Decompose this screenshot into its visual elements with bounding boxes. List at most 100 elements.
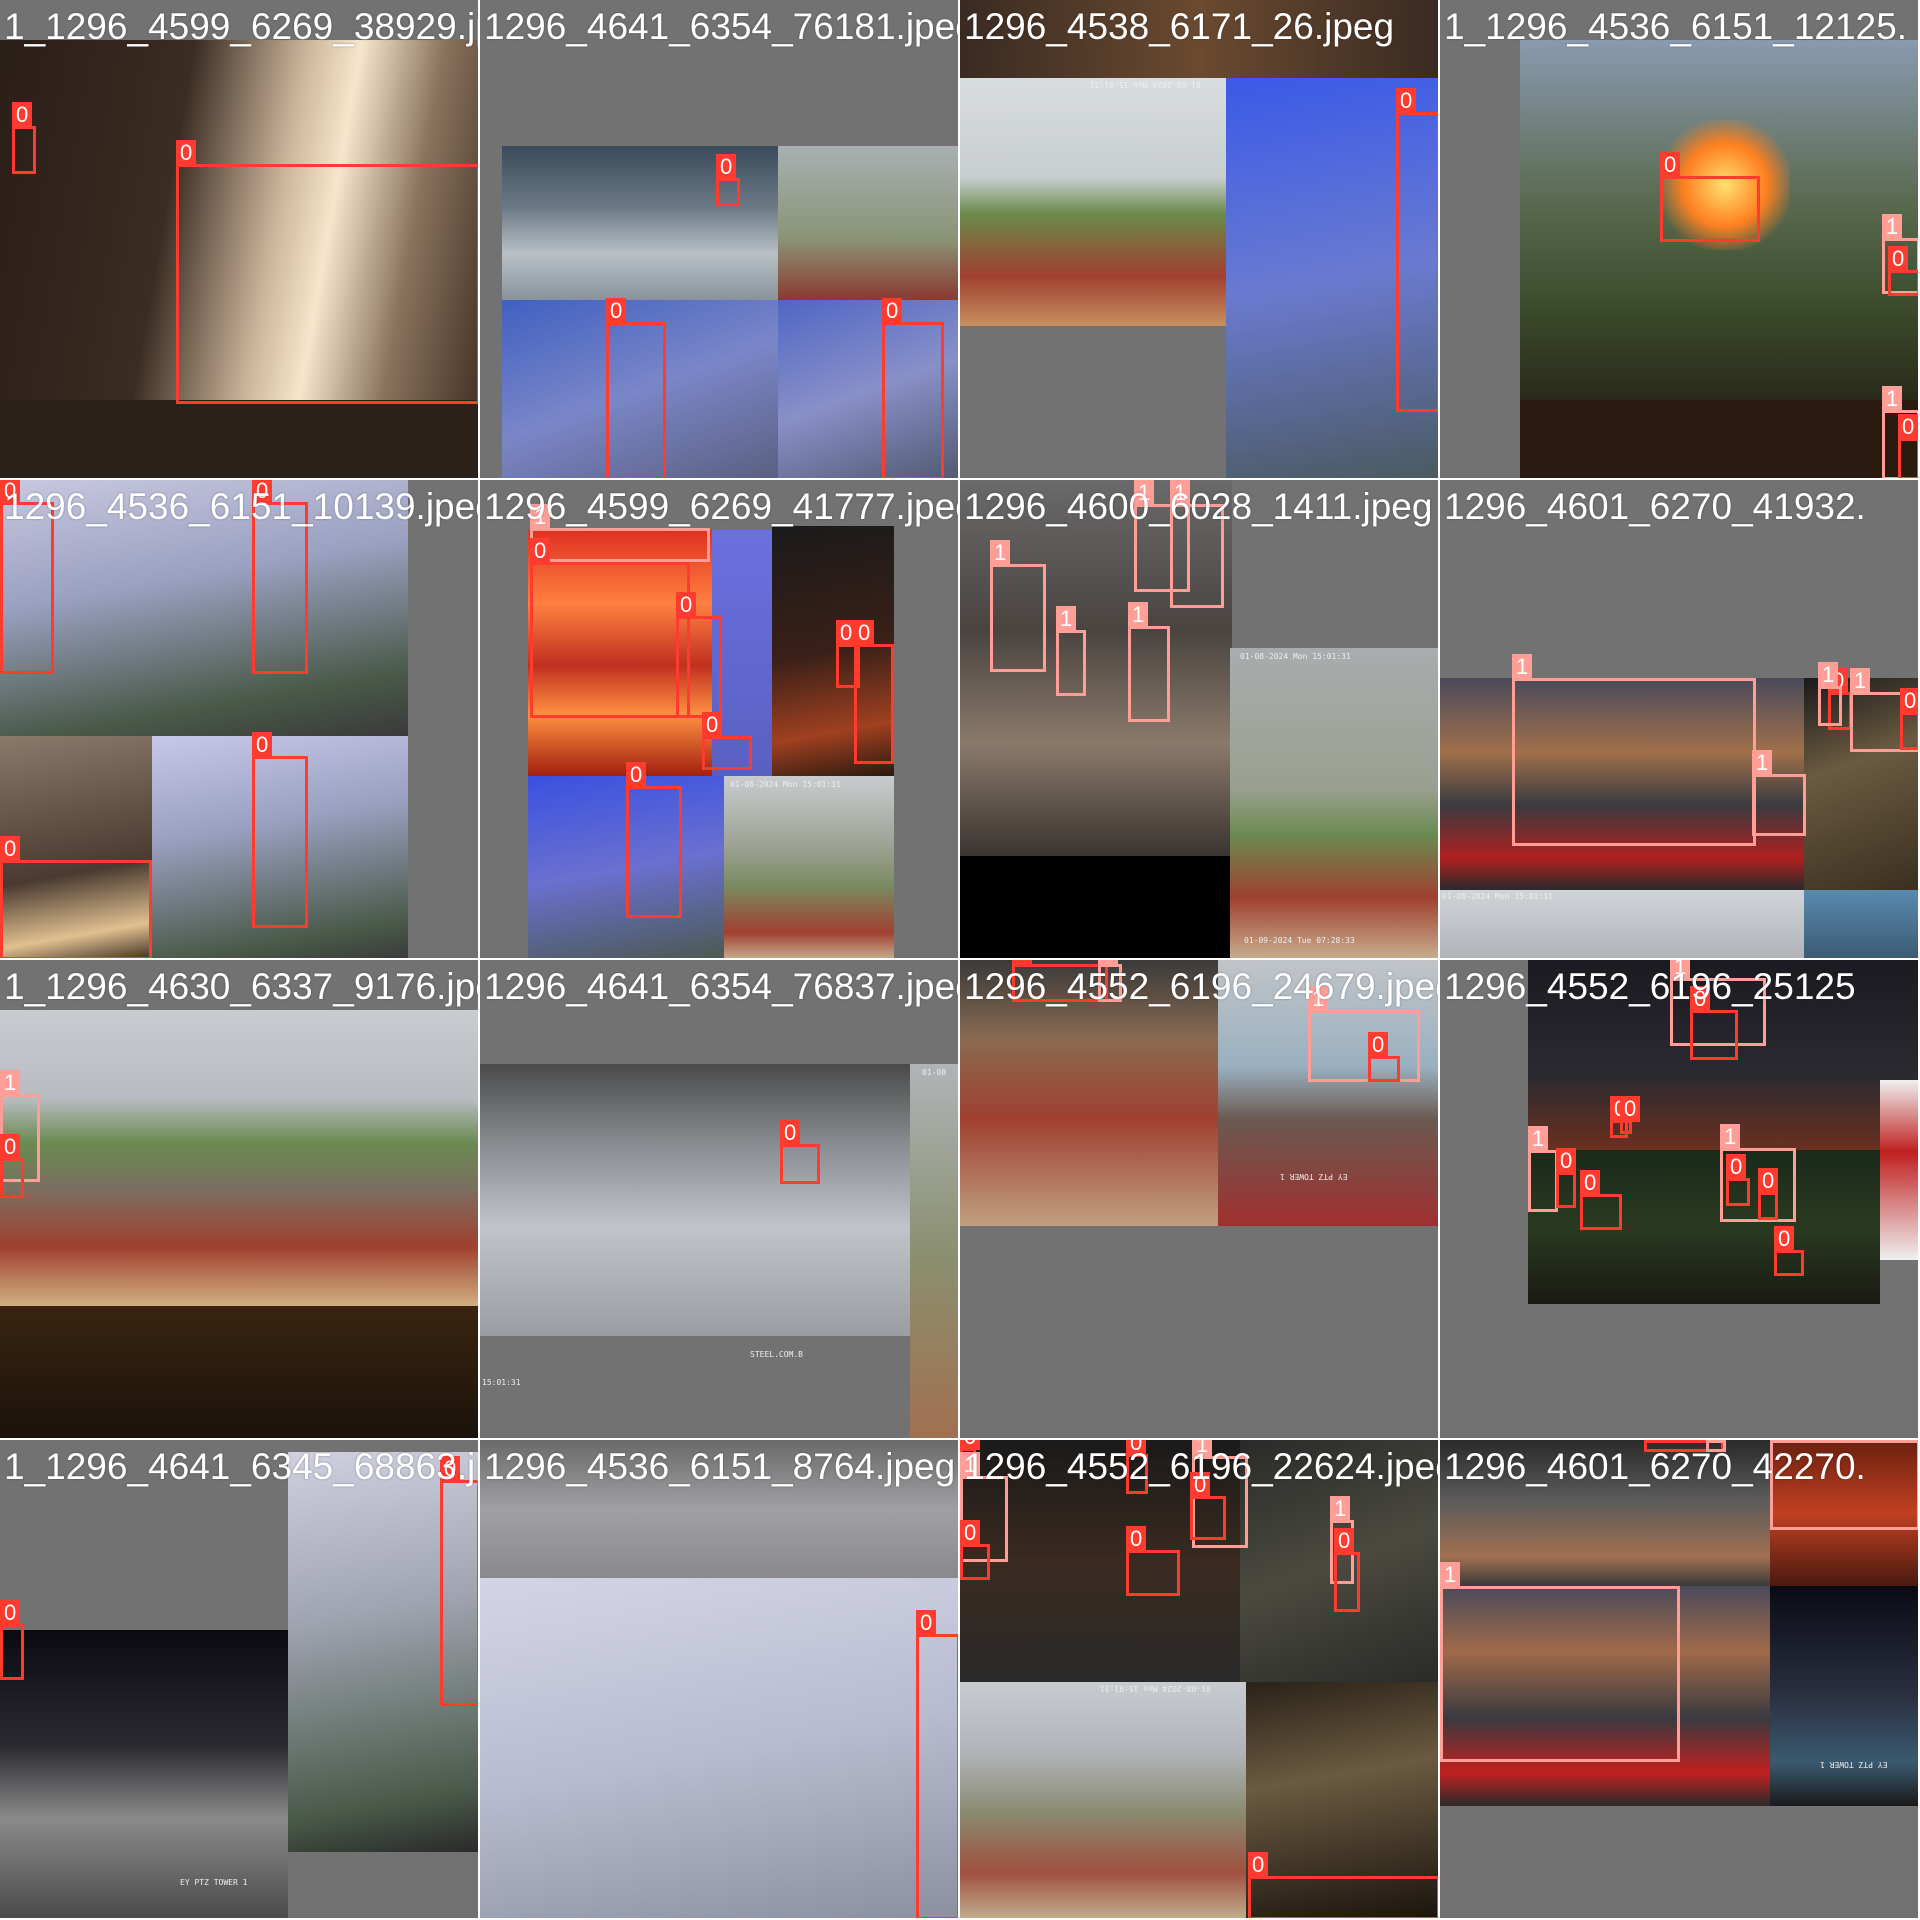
image-filename: 1296_4552_6196_22624.jpeg: [964, 1446, 1440, 1487]
detection-box: 0: [606, 298, 666, 478]
detection-box: 0: [916, 1610, 958, 1918]
class-label: 0: [1556, 1148, 1577, 1174]
detection-box: 0: [1396, 88, 1438, 412]
detection-box: 0: [1774, 1226, 1804, 1276]
detection-box: 0: [1620, 1096, 1641, 1134]
class-label: 0: [1726, 1154, 1747, 1180]
image-filename: 1_1296_4641_6345_68863.jpeg: [4, 1446, 478, 1487]
photo: [724, 776, 894, 958]
detection-box: 0: [882, 298, 944, 478]
image-filename: 1_1296_4630_6337_9176.jpeg: [4, 966, 480, 1007]
detection-box: 0: [626, 762, 682, 918]
class-label: 0: [1126, 1526, 1147, 1552]
detection-box: 1: [1818, 662, 1842, 726]
class-label: 0: [1660, 152, 1681, 178]
timestamp-overlay: 01-08-2024 Mon 15:01:31: [730, 780, 841, 789]
class-label: 0: [1888, 246, 1909, 272]
class-label: 0: [1774, 1226, 1795, 1252]
detection-box: 0: [1334, 1528, 1360, 1612]
class-label: 1: [1706, 1440, 1727, 1442]
photo: [1804, 890, 1918, 958]
detection-box: 1: [1440, 1562, 1680, 1762]
class-label: 0: [176, 140, 197, 166]
detection-box: 0: [1690, 986, 1738, 1060]
detection-box: 0: [0, 1600, 24, 1680]
detection-box: 0: [12, 102, 36, 174]
class-label: 0: [1248, 1852, 1269, 1878]
timestamp-overlay: EY PTZ TOWER 1: [180, 1878, 248, 1887]
tile-15: 01-08-2024 Mon 15:01:31 1296_4552_6196_2…: [960, 1440, 1440, 1920]
class-label: 0: [780, 1120, 801, 1146]
class-label: 1: [0, 1070, 21, 1096]
timestamp-overlay: STEEL.COM.B: [750, 1350, 803, 1359]
photo: [960, 1682, 1246, 1918]
class-label: 0: [1334, 1528, 1355, 1554]
timestamp-overlay: 01-08: [922, 1068, 947, 1077]
tile-10: STEEL.COM.B 15:01:31 01-08 1296_4641_635…: [480, 960, 960, 1440]
class-label: 0: [606, 298, 627, 324]
detection-box: 0: [960, 1520, 990, 1580]
detection-box: 1: [1752, 750, 1806, 836]
detection-box: 0: [1726, 1154, 1750, 1206]
detection-box: 0: [1190, 1472, 1226, 1540]
detection-box: 0: [176, 140, 478, 404]
detection-box: 0: [854, 620, 894, 764]
class-label: 1: [1752, 750, 1773, 776]
class-label: 1: [1528, 1126, 1549, 1152]
detection-box: 0: [252, 732, 308, 928]
tile-12: 1296_4552_6196_25125 1 0 0 1 0 0 1 0 0 0…: [1440, 960, 1920, 1440]
detection-box: 0: [1580, 1170, 1622, 1230]
detection-box: 0: [1898, 414, 1918, 478]
tile-1: 1_1296_4599_6269_38929.jpeg 0 0: [0, 0, 480, 480]
detection-box: 1: [990, 540, 1046, 672]
tile-11: EY PTZ TOWER 1 1296_4552_6196_24679.jpeg…: [960, 960, 1440, 1440]
mosaic-grid: 1_1296_4599_6269_38929.jpeg 0 0 1296_464…: [0, 0, 1920, 1920]
tile-14: 1296_4536_6151_8764.jpeg 0: [480, 1440, 960, 1920]
image-filename: 1_1296_4536_6151_12125.: [1444, 6, 1907, 47]
image-filename: 1296_4601_6270_41932.: [1444, 486, 1866, 527]
detection-box: 0: [1126, 1526, 1180, 1596]
detection-box: 0: [1368, 1032, 1400, 1082]
class-label: 1: [1512, 654, 1533, 680]
detection-box: 0: [780, 1120, 820, 1184]
class-label: 0: [882, 298, 903, 324]
tile-8: 01-08-2024 Mon 15:01:31 1296_4601_6270_4…: [1440, 480, 1920, 960]
timestamp-overlay: 01-09-2024 Tue 07:28:33: [1244, 936, 1355, 945]
image-filename: 1296_4552_6196_25125: [1444, 966, 1856, 1007]
timestamp-overlay: EY PTZ TOWER 1: [1820, 1760, 1888, 1769]
detection-box: 0: [702, 712, 752, 770]
class-label: 1: [1882, 386, 1903, 412]
photo: [778, 146, 958, 300]
image-filename: 1296_4641_6354_76837.jpeg: [484, 966, 960, 1007]
class-label: 0: [960, 1520, 981, 1546]
tile-16: EY PTZ TOWER 1 1296_4601_6270_42270. 0 1…: [1440, 1440, 1920, 1920]
timestamp-overlay: 01-08-2024 Mon 15:01:31: [1240, 652, 1351, 661]
class-label: 0: [1898, 414, 1918, 440]
image-filename: 1296_4600_6028_1411.jpeg: [964, 486, 1433, 527]
photo: [480, 1578, 958, 1918]
tile-2: 1296_4641_6354_76181.jpeg 0 0 0: [480, 0, 960, 480]
class-label: 0: [702, 712, 723, 738]
tile-5: 1296_4536_6151_10139.jpeg 0 0 0 0: [0, 480, 480, 960]
detection-box: 1: [1528, 1126, 1558, 1212]
class-label: 1: [1128, 602, 1149, 628]
class-label: 0: [530, 538, 551, 564]
detection-box: 0: [1556, 1148, 1577, 1208]
class-label: 0: [252, 732, 273, 758]
class-label: 0: [1396, 88, 1417, 114]
class-label: 0: [1644, 1440, 1665, 1442]
class-label: 0: [0, 1134, 21, 1160]
image-filename: 1296_4641_6354_76181.jpeg: [484, 6, 960, 47]
photo: [1880, 1080, 1918, 1260]
timestamp-overlay: 01-08-2024 Mon 15:01:31: [1442, 892, 1553, 901]
photo: [1770, 1586, 1918, 1806]
tile-3: 01-08-2024 Mon 15:01:31 1296_4538_6171_2…: [960, 0, 1440, 480]
detection-box: 0: [1888, 246, 1918, 296]
class-label: 0: [1758, 1168, 1779, 1194]
detection-box: 0: [1758, 1168, 1779, 1220]
photo: [0, 1010, 478, 1306]
class-label: 0: [0, 836, 21, 862]
class-label: 0: [716, 154, 737, 180]
detection-box: 0: [0, 1134, 24, 1198]
class-label: 1: [1850, 668, 1871, 694]
